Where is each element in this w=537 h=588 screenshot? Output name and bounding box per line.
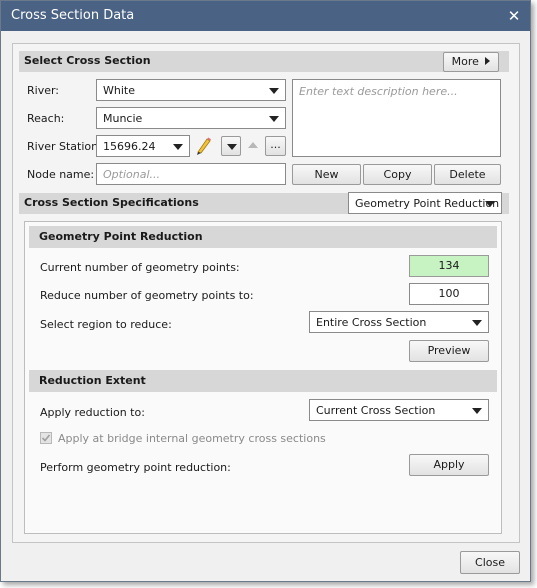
description-placeholder: Enter text description here...: [299, 85, 458, 98]
close-button[interactable]: Close: [460, 551, 520, 574]
river-station-dropdown[interactable]: 15696.24: [96, 135, 190, 157]
reach-value: Muncie: [103, 112, 143, 125]
checkmark-icon: [41, 434, 51, 442]
reach-label: Reach:: [27, 112, 65, 125]
reduction-extent-header: Reduction Extent: [29, 370, 497, 392]
reduce-points-input[interactable]: 100: [409, 283, 489, 305]
triangle-right-icon: [485, 57, 491, 65]
geometry-point-reduction-panel: Geometry Point Reduction Current number …: [24, 221, 502, 534]
chevron-down-icon: [269, 88, 279, 94]
reduction-extent-title: Reduction Extent: [39, 374, 146, 387]
reduce-points-label: Reduce number of geometry points to:: [40, 289, 254, 302]
specifications-dropdown[interactable]: Geometry Point Reduction: [348, 192, 502, 214]
region-value: Entire Cross Section: [316, 316, 427, 329]
apply-to-value: Current Cross Section: [316, 404, 436, 417]
triangle-up-icon: [248, 142, 258, 148]
river-value: White: [103, 84, 135, 97]
cross-section-specifications-title: Cross Section Specifications: [24, 196, 199, 209]
new-label: New: [314, 168, 339, 181]
apply-to-dropdown[interactable]: Current Cross Section: [309, 399, 489, 421]
current-points-value-box: 134: [409, 255, 489, 277]
preview-button[interactable]: Preview: [409, 340, 489, 362]
reach-dropdown[interactable]: Muncie: [96, 107, 286, 129]
apply-button[interactable]: Apply: [409, 454, 489, 476]
previous-station-button[interactable]: [221, 136, 241, 156]
gpr-title: Geometry Point Reduction: [39, 230, 203, 243]
node-name-label: Node name:: [27, 168, 95, 181]
browse-stations-button[interactable]: ...: [265, 136, 286, 156]
bridge-checkbox-label: Apply at bridge internal geometry cross …: [58, 432, 326, 445]
select-cross-section-header: Select Cross Section: [19, 51, 509, 72]
close-label: Close: [475, 556, 505, 569]
apply-label: Apply: [433, 458, 465, 471]
more-button[interactable]: More: [443, 52, 499, 72]
gpr-header: Geometry Point Reduction: [29, 226, 497, 248]
reduce-points-value: 100: [438, 287, 460, 300]
chevron-down-icon: [472, 320, 482, 326]
river-station-value: 15696.24: [103, 140, 156, 153]
chevron-down-icon: [485, 201, 495, 207]
main-panel: Select Cross Section More River: White R…: [12, 43, 520, 543]
river-station-label: River Station:: [27, 140, 102, 153]
chevron-down-icon: [173, 144, 183, 150]
chevron-down-icon: [472, 408, 482, 414]
cross-section-data-window: Cross Section Data ✕ Select Cross Sectio…: [0, 0, 531, 582]
more-label: More: [451, 55, 479, 68]
close-icon[interactable]: ✕: [503, 6, 525, 26]
window-title: Cross Section Data: [11, 8, 135, 23]
select-cross-section-title: Select Cross Section: [24, 54, 151, 67]
delete-button[interactable]: Delete: [434, 164, 501, 185]
delete-label: Delete: [449, 168, 486, 181]
pencil-icon[interactable]: [193, 135, 213, 157]
ellipsis-label: ...: [270, 138, 281, 151]
node-name-placeholder: Optional...: [103, 168, 160, 181]
river-dropdown[interactable]: White: [96, 79, 286, 101]
region-dropdown[interactable]: Entire Cross Section: [309, 311, 489, 333]
node-name-input[interactable]: Optional...: [96, 163, 286, 185]
chevron-down-icon: [269, 116, 279, 122]
bridge-checkbox[interactable]: [40, 432, 52, 444]
next-station-button[interactable]: [243, 136, 263, 156]
specifications-value: Geometry Point Reduction: [355, 197, 500, 210]
river-label: River:: [27, 84, 60, 97]
triangle-down-icon: [227, 144, 237, 150]
title-bar: Cross Section Data ✕: [1, 1, 530, 31]
new-button[interactable]: New: [292, 164, 361, 185]
description-textarea[interactable]: Enter text description here...: [292, 79, 501, 157]
copy-label: Copy: [383, 168, 412, 181]
current-points-label: Current number of geometry points:: [40, 261, 240, 274]
current-points-value: 134: [438, 259, 460, 272]
perform-label: Perform geometry point reduction:: [40, 461, 231, 474]
copy-button[interactable]: Copy: [363, 164, 432, 185]
apply-to-label: Apply reduction to:: [40, 406, 145, 419]
preview-label: Preview: [427, 344, 471, 357]
region-label: Select region to reduce:: [40, 318, 172, 331]
